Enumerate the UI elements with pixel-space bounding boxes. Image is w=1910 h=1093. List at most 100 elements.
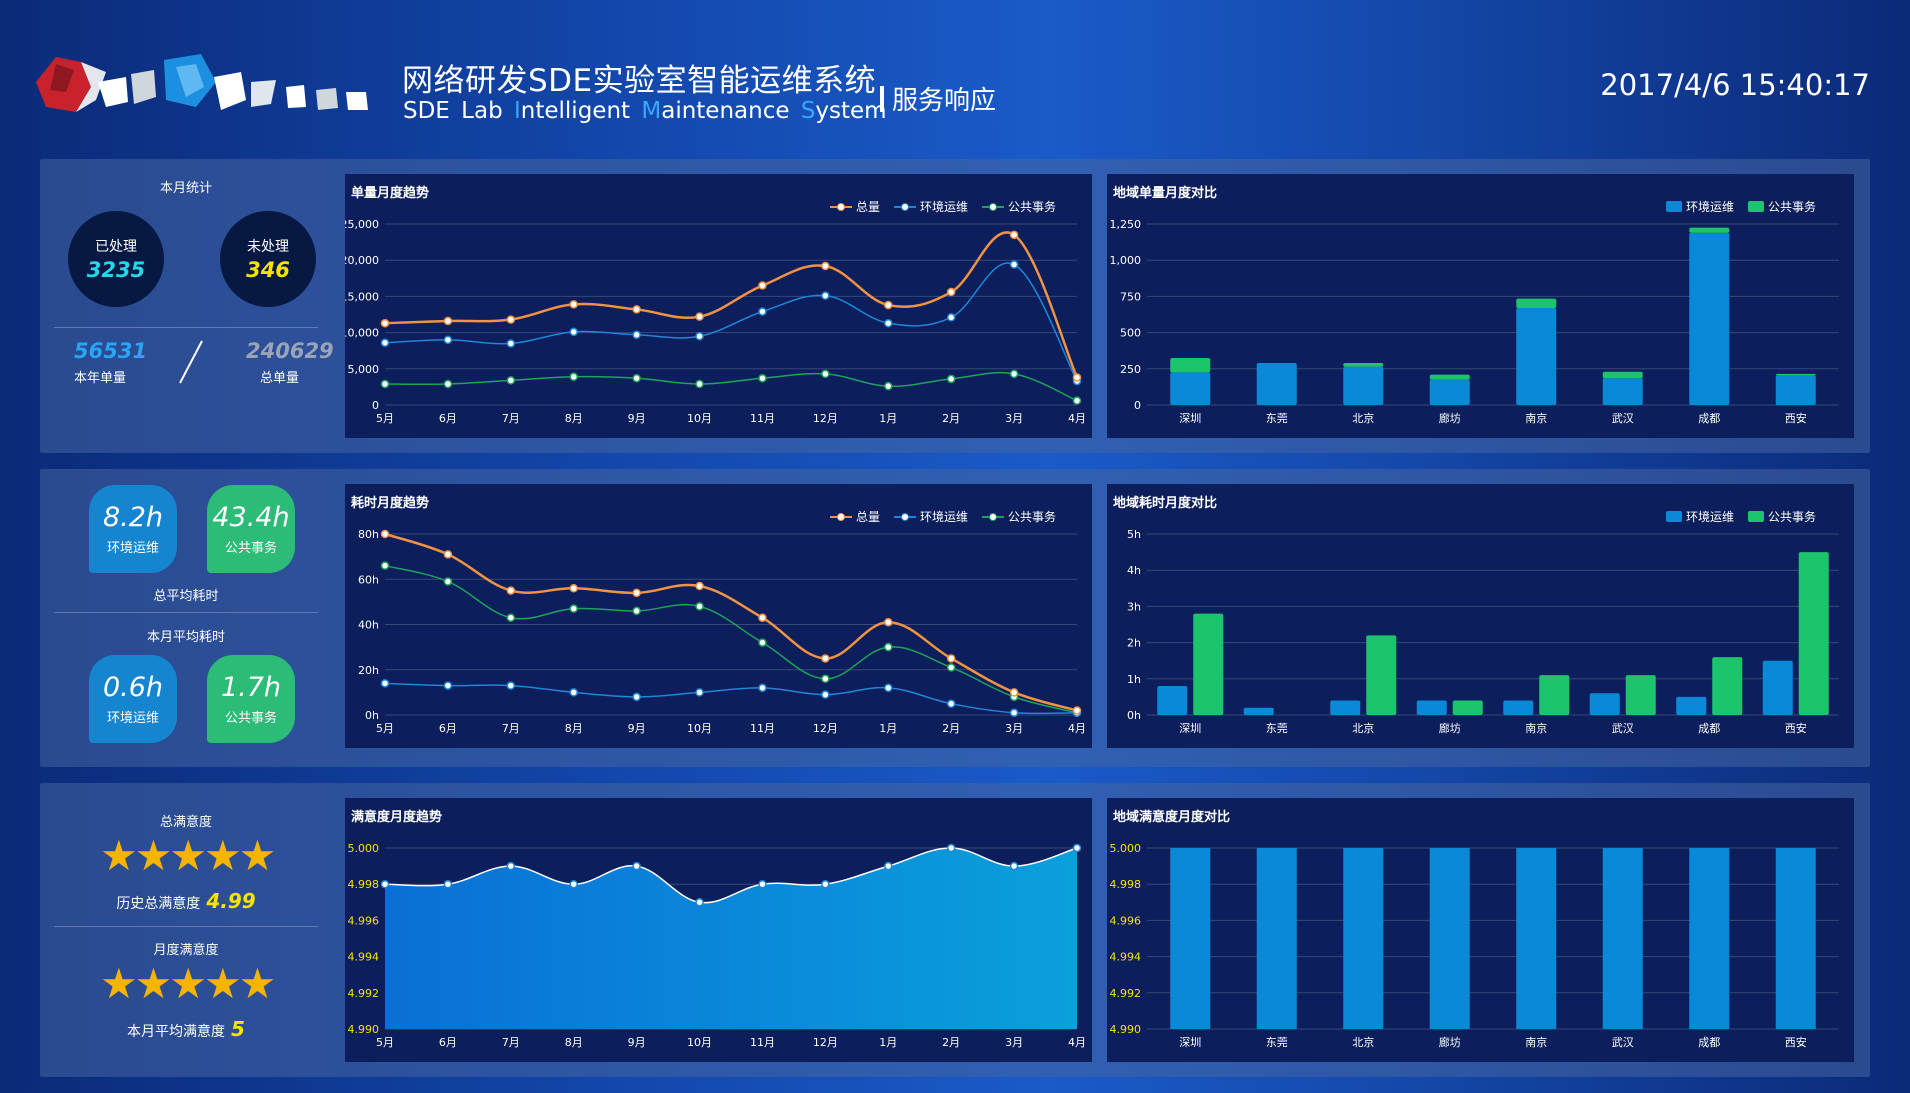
bar-segment (1775, 375, 1816, 405)
x-tick-label: 2月 (942, 412, 960, 425)
y-tick-label: 750 (1120, 290, 1141, 303)
data-point (1009, 708, 1019, 717)
data-point (695, 331, 704, 341)
y-tick-label: 4.998 (348, 878, 380, 891)
x-tick-label: 5月 (376, 722, 394, 735)
title-en-part: I (513, 98, 521, 124)
data-point (758, 879, 767, 889)
bar (1503, 700, 1534, 715)
x-tick-label: 4月 (1068, 1036, 1086, 1049)
app-subtitle-en: SDE Lab Intelligent Maintenance System (403, 98, 887, 124)
x-tick-label: 9月 (628, 1036, 646, 1049)
x-tick-label: 7月 (502, 412, 520, 425)
month-satisfaction-title: 月度满意度 (153, 943, 219, 958)
processed-circle: 已处理 3235 (68, 211, 164, 307)
x-tick-label: 7月 (502, 722, 520, 735)
data-point (946, 663, 956, 672)
x-tick-label: 1月 (879, 722, 897, 735)
x-tick-label: 1月 (879, 412, 897, 425)
duration-divider (54, 612, 318, 613)
x-tick-label: 西安 (1785, 721, 1807, 735)
y-tick-label: 5.000 (1110, 842, 1142, 855)
data-point (632, 692, 641, 702)
bar-segment (1343, 366, 1384, 405)
bar-segment (1602, 378, 1643, 405)
history-satisfaction-line: 历史总满意度 4.99 (40, 889, 332, 913)
row-volume: 本月统计 已处理 3235 未处理 346 56531 本年单量 240629 … (40, 159, 1870, 453)
bar (1330, 700, 1361, 715)
x-tick-label: 5月 (376, 412, 394, 425)
x-tick-label: 北京 (1352, 721, 1374, 735)
bar (1589, 693, 1620, 715)
data-point (443, 681, 453, 690)
title-en-part: SDE (403, 98, 462, 124)
data-point (884, 683, 893, 693)
total-pub-duration-pill: 43.4h 公共事务 (207, 485, 295, 573)
data-point (1072, 706, 1082, 715)
processed-label: 已处理 (95, 239, 137, 255)
bar (1712, 657, 1743, 715)
year-count-label: 本年单量 (74, 371, 127, 386)
title-en-part: ystem (815, 98, 887, 124)
data-point (1072, 373, 1082, 382)
data-point (380, 561, 390, 570)
data-point (443, 550, 453, 559)
bar (1193, 613, 1224, 715)
y-tick-label: 15,000 (345, 290, 379, 303)
x-tick-label: 成都 (1698, 1036, 1720, 1049)
monthly-stats-panel: 本月统计 已处理 3235 未处理 346 56531 本年单量 240629 … (40, 159, 334, 453)
history-satisfaction-label: 历史总满意度 (116, 896, 201, 912)
data-point (946, 654, 956, 663)
x-tick-label: 北京 (1352, 411, 1374, 425)
x-tick-label: 成都 (1698, 412, 1720, 425)
bar-segment (1689, 232, 1730, 405)
bar (1429, 848, 1470, 1029)
y-tick-label: 5.000 (348, 842, 380, 855)
x-tick-label: 2月 (942, 1036, 960, 1049)
star-icon: ★ (134, 959, 173, 1008)
data-point (884, 617, 893, 627)
bar (1762, 660, 1793, 715)
x-tick-label: 11月 (750, 412, 775, 425)
bar (1798, 552, 1829, 715)
data-point (443, 316, 453, 326)
data-point (946, 699, 956, 708)
bar-segment (1602, 371, 1643, 379)
x-tick-label: 10月 (687, 1036, 712, 1049)
data-point (1072, 396, 1082, 405)
data-point (695, 312, 704, 321)
y-tick-label: 0 (372, 399, 379, 412)
slash-divider (179, 340, 203, 384)
title-en-part: M (641, 98, 662, 124)
section-subtitle: 服务响应 (880, 80, 996, 117)
star-icon: ★ (100, 959, 138, 1008)
data-point (884, 642, 893, 652)
row-duration: 8.2h 环境运维 43.4h 公共事务 总平均耗时 本月平均耗时 0.6h 环… (40, 469, 1870, 767)
data-point (380, 679, 390, 688)
bar-segment (1170, 357, 1211, 373)
star-icon: ★ (203, 959, 242, 1008)
x-tick-label: 12月 (813, 1036, 838, 1049)
bar (1689, 848, 1730, 1029)
data-point (569, 300, 578, 309)
x-tick-label: 武汉 (1612, 722, 1634, 735)
data-point (946, 313, 956, 322)
region-volume-panel: 地域单量月度对比 环境运维 公共事务 0 250 500 750 1,000 1,250 深圳… (1107, 174, 1854, 438)
y-tick-label: 4.996 (348, 914, 380, 927)
data-point (758, 638, 767, 647)
data-point (632, 305, 641, 314)
satisfaction-stats-panel: 总满意度 ★★★★★ 历史总满意度 4.99 月度满意度 ★★★★★ 本月平均满意… (40, 783, 332, 1077)
app-title: 网络研发SDE实验室智能运维系统 (402, 63, 877, 99)
x-tick-label: 廊坊 (1439, 721, 1461, 735)
data-point (695, 688, 704, 697)
bar-segment (1516, 307, 1557, 405)
y-tick-label: 20h (358, 664, 379, 677)
processed-value: 3235 (86, 258, 146, 282)
y-tick-label: 80h (358, 528, 379, 541)
month-satisfaction-value: 5 (231, 1017, 245, 1041)
month-env-duration-value: 0.6h (102, 672, 164, 703)
total-env-duration-label: 环境运维 (106, 541, 159, 556)
y-tick-label: 40h (358, 619, 379, 632)
x-tick-label: 深圳 (1179, 1036, 1201, 1049)
data-point (1009, 688, 1019, 697)
